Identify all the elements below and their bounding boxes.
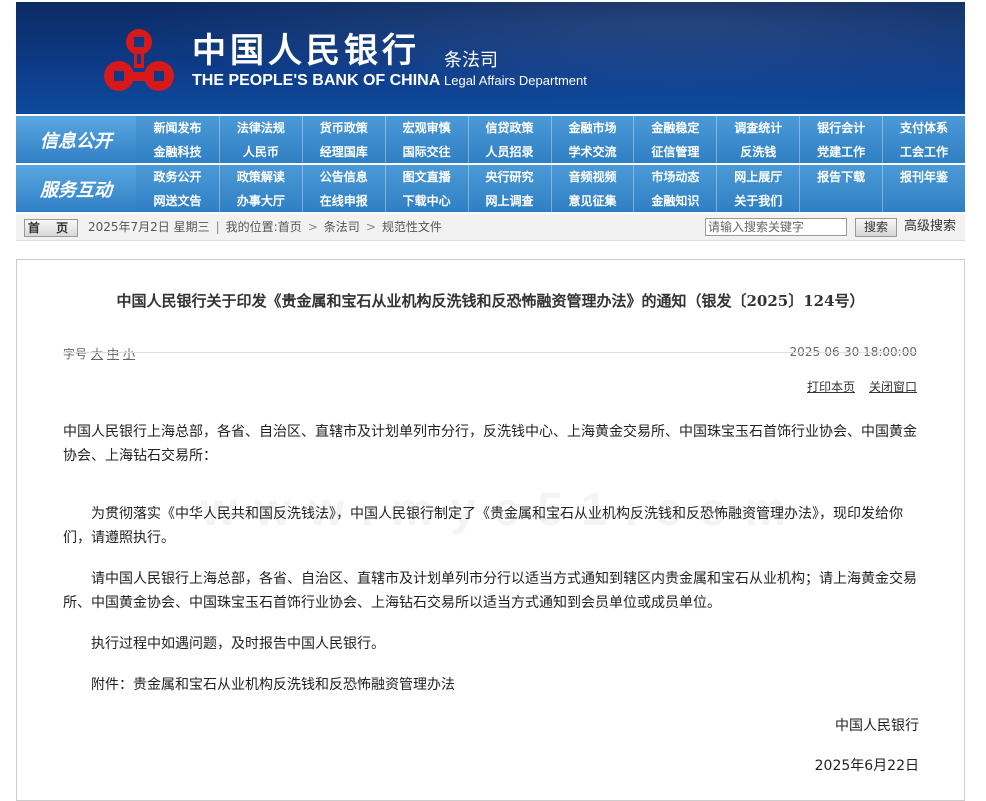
nav-item[interactable]: 报告下载 — [799, 165, 882, 188]
nav-item[interactable]: 意见征集 — [550, 188, 634, 212]
article-panel: www.myc51.com 中国人民银行关于印发《贵金属和宝石从业机构反洗钱和反… — [16, 259, 965, 801]
signer: 中国人民银行 — [835, 718, 919, 734]
site-header: 中国人民银行 THE PEOPLE'S BANK OF CHINA 条法司 Le… — [16, 2, 965, 114]
nav-item[interactable]: 网上展厅 — [716, 165, 799, 188]
nav-item[interactable]: 学术交流 — [550, 139, 634, 163]
crumb-docs[interactable]: 规范性文件 — [382, 220, 442, 234]
nav-item[interactable]: 新闻发布 — [136, 116, 219, 139]
nav-item[interactable]: 音频视频 — [550, 165, 634, 188]
article-title: 中国人民银行关于印发《贵金属和宝石从业机构反洗钱和反恐怖融资管理办法》的通知（银… — [116, 292, 865, 310]
nav-grid-service: 政务公开 政策解读 公告信息 图文直播 央行研究 音频视频 市场动态 网上展厅 … — [136, 165, 965, 212]
pboc-logo-icon[interactable] — [100, 26, 178, 96]
nav-item[interactable]: 金融市场 — [550, 116, 634, 139]
paragraph: 请中国人民银行上海总部，各省、自治区、直辖市及计划单列市分行以适当方式通知到辖区… — [63, 571, 917, 611]
divider: | — [215, 220, 220, 234]
font-size-controls: 字号大中小 — [63, 345, 135, 362]
article-actions: 打印本页 关闭窗口 — [793, 378, 917, 395]
nav-grid-info: 新闻发布 法律法规 货币政策 宏观审慎 信贷政策 金融市场 金融稳定 调查统计 … — [136, 116, 965, 163]
nav-item[interactable]: 工会工作 — [882, 139, 965, 163]
font-size-small[interactable]: 小 — [123, 347, 135, 361]
nav-item[interactable]: 网上调查 — [467, 188, 551, 212]
paragraph: 为贯彻落实《中华人民共和国反洗钱法》，中国人民银行制定了《贵金属和宝石从业机构反… — [63, 506, 903, 546]
font-size-medium[interactable]: 中 — [107, 347, 119, 361]
font-size-label: 字号 — [63, 347, 88, 361]
search-input[interactable]: 请输入搜索关键字 — [705, 218, 847, 236]
crumb-home[interactable]: 首页 — [278, 220, 302, 234]
nav-item[interactable]: 人员招录 — [467, 139, 551, 163]
chevron-right-icon: > — [307, 220, 318, 234]
close-window-link[interactable]: 关闭窗口 — [869, 380, 917, 394]
nav-item[interactable]: 金融科技 — [136, 139, 219, 163]
nav-item[interactable]: 图文直播 — [384, 165, 468, 188]
main-nav: 信息公开 新闻发布 法律法规 货币政策 宏观审慎 信贷政策 金融市场 金融稳定 … — [16, 116, 965, 212]
nav-item[interactable]: 政策解读 — [218, 165, 302, 188]
nav-category-info: 信息公开 — [16, 116, 136, 163]
nav-item[interactable]: 国际交往 — [384, 139, 468, 163]
nav-row-service: 服务互动 政务公开 政策解读 公告信息 图文直播 央行研究 音频视频 市场动态 … — [16, 165, 965, 212]
nav-item[interactable]: 人民币 — [218, 139, 302, 163]
crumb-dept[interactable]: 条法司 — [324, 220, 360, 234]
nav-item[interactable]: 经理国库 — [301, 139, 385, 163]
nav-item[interactable]: 调查统计 — [716, 116, 799, 139]
bank-name-en: THE PEOPLE'S BANK OF CHINA — [192, 72, 441, 89]
nav-item[interactable]: 法律法规 — [218, 116, 302, 139]
nav-item[interactable]: 下载中心 — [384, 188, 468, 212]
nav-item[interactable]: 党建工作 — [799, 139, 882, 163]
location-label: 我的位置: — [225, 220, 278, 234]
nav-item-empty — [799, 188, 882, 212]
nav-item[interactable]: 金融稳定 — [633, 116, 716, 139]
nav-category-service: 服务互动 — [16, 165, 136, 212]
meta-divider — [63, 352, 916, 353]
article-body: 中国人民银行上海总部，各省、自治区、直辖市及计划单列市分行，反洗钱中心、上海黄金… — [63, 420, 919, 778]
paragraph: 执行过程中如遇问题，及时报告中国人民银行。 — [91, 636, 385, 652]
nav-item[interactable]: 宏观审慎 — [384, 116, 468, 139]
dept-name-en: Legal Affairs Department — [444, 73, 587, 88]
nav-item[interactable]: 公告信息 — [301, 165, 385, 188]
breadcrumb-bar: 首 页 2025年7月2日 星期三 | 我的位置:首页 > 条法司 > 规范性文件 请输入搜… — [16, 214, 965, 241]
search-button[interactable]: 搜索 — [855, 218, 897, 237]
nav-item[interactable]: 货币政策 — [301, 116, 385, 139]
home-button[interactable]: 首 页 — [24, 219, 78, 237]
nav-item[interactable]: 征信管理 — [633, 139, 716, 163]
nav-item-empty — [882, 188, 965, 212]
print-link[interactable]: 打印本页 — [807, 380, 855, 394]
nav-item[interactable]: 支付体系 — [882, 116, 965, 139]
nav-item[interactable]: 金融知识 — [633, 188, 716, 212]
nav-item[interactable]: 网送文告 — [136, 188, 219, 212]
nav-item[interactable]: 市场动态 — [633, 165, 716, 188]
dept-name-cn: 条法司 — [444, 50, 498, 71]
sign-date: 2025年6月22日 — [814, 758, 919, 774]
nav-item[interactable]: 信贷政策 — [467, 116, 551, 139]
nav-item[interactable]: 报刊年鉴 — [882, 165, 965, 188]
nav-item[interactable]: 政务公开 — [136, 165, 219, 188]
nav-item[interactable]: 关于我们 — [716, 188, 799, 212]
bank-name-cn: 中国人民银行 — [192, 31, 420, 71]
attachment-line: 附件：贵金属和宝石从业机构反洗钱和反恐怖融资管理办法 — [91, 677, 455, 693]
nav-item[interactable]: 办事大厅 — [218, 188, 302, 212]
current-date: 2025年7月2日 星期三 — [88, 220, 210, 234]
breadcrumb: 2025年7月2日 星期三 | 我的位置:首页 > 条法司 > 规范性文件 — [88, 214, 442, 240]
nav-row-info: 信息公开 新闻发布 法律法规 货币政策 宏观审慎 信贷政策 金融市场 金融稳定 … — [16, 116, 965, 163]
advanced-search-link[interactable]: 高级搜索 — [904, 214, 956, 240]
nav-item[interactable]: 在线申报 — [301, 188, 385, 212]
addressee: 中国人民银行上海总部，各省、自治区、直辖市及计划单列市分行，反洗钱中心、上海黄金… — [63, 424, 917, 464]
chevron-right-icon: > — [365, 220, 376, 234]
nav-item[interactable]: 银行会计 — [799, 116, 882, 139]
nav-item[interactable]: 央行研究 — [467, 165, 551, 188]
nav-item[interactable]: 反洗钱 — [716, 139, 799, 163]
font-size-large[interactable]: 大 — [91, 347, 103, 361]
